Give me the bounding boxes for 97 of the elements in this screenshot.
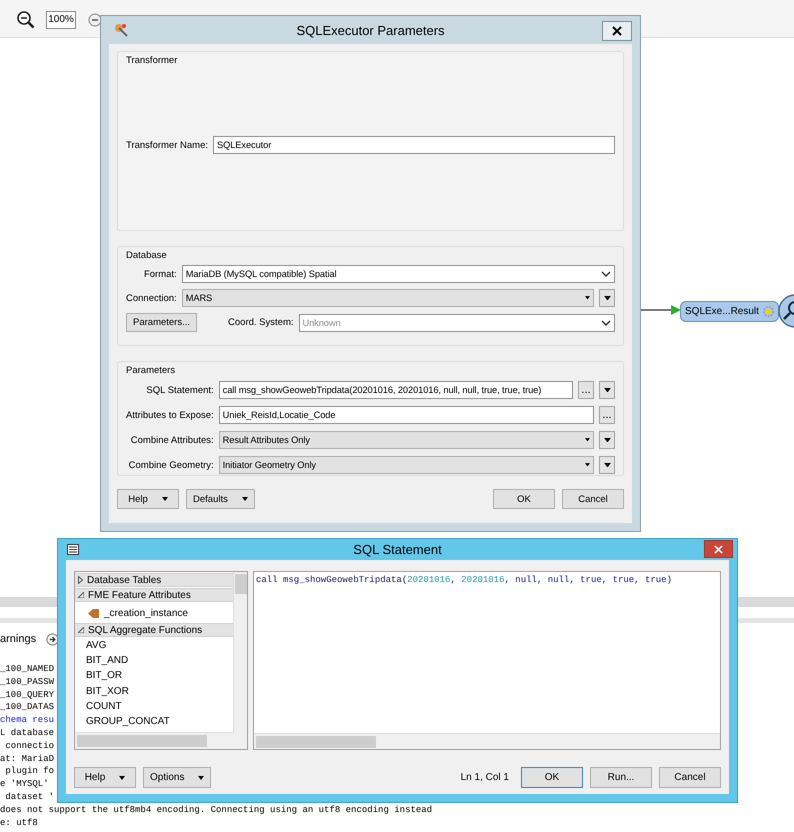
caret-icon xyxy=(604,438,610,442)
field-label: Attributes to Expose: xyxy=(126,410,214,420)
dialog-button[interactable]: Cancel xyxy=(562,489,624,509)
dropdown-field[interactable]: Initiator Geometry Only xyxy=(218,456,594,474)
log-line: connectio xyxy=(4,740,54,753)
log-line: at: MariaD xyxy=(0,752,54,766)
dialog-title: SQLExecutor Parameters xyxy=(296,22,445,38)
tree-item[interactable]: BIT_OR xyxy=(75,668,233,684)
tree-item[interactable]: GROUP_CONCAT xyxy=(75,714,233,730)
field-label: Combine Geometry: xyxy=(128,460,214,470)
browse-button[interactable]: ... xyxy=(599,406,615,424)
close-button[interactable] xyxy=(704,540,733,558)
tree-group-label: FME Feature Attributes xyxy=(88,590,191,600)
field-label: Combine Attributes: xyxy=(130,434,214,446)
tree-group[interactable]: Database Tables xyxy=(75,573,233,587)
group-title: Transformer xyxy=(126,55,178,66)
field-label: Connection: xyxy=(126,292,177,304)
group-title: Database xyxy=(126,250,167,261)
expanded-arrow-icon xyxy=(78,592,84,598)
field-label: Transformer Name: xyxy=(126,140,208,150)
tree-item[interactable]: BIT_AND xyxy=(75,653,233,668)
dialog-button[interactable]: Help xyxy=(117,489,179,509)
tree-group-label: SQL Aggregate Functions xyxy=(88,624,202,636)
group-title: Parameters xyxy=(126,365,176,376)
caret-icon xyxy=(242,497,248,501)
log-line: does not support the utf8mb4 encoding. Connecting using an utf8 encoding instead xyxy=(0,804,432,817)
tree-group-label: Database Tables xyxy=(87,574,162,586)
menu-button[interactable] xyxy=(599,289,615,307)
magnifier-icon[interactable] xyxy=(778,294,794,328)
log-line: chema resu xyxy=(0,714,54,727)
menu-button[interactable] xyxy=(599,431,615,449)
chevron-icon xyxy=(601,271,611,277)
log-line: e 'MYSQL' xyxy=(0,778,49,791)
log-line: e: utf8 xyxy=(0,816,38,830)
dialog-button[interactable]: OK xyxy=(493,489,555,509)
dialog-button[interactable]: Cancel xyxy=(659,767,721,788)
tree-item[interactable]: _creation_instance xyxy=(75,603,233,623)
caret-icon xyxy=(585,438,590,442)
log-line: dataset ' xyxy=(4,790,54,804)
dropdown-field[interactable]: MariaDB (MySQL compatible) Spatial xyxy=(182,265,615,283)
log-line: _100_QUERY xyxy=(0,688,54,702)
tree-group[interactable]: FME Feature Attributes xyxy=(75,588,233,602)
caret-icon xyxy=(604,462,610,468)
caret-icon xyxy=(604,388,610,392)
log-tab[interactable]: arnings xyxy=(0,633,36,645)
chevron-icon xyxy=(601,320,611,326)
connector-arrow xyxy=(640,304,682,316)
vertical-scrollbar[interactable] xyxy=(233,572,247,732)
close-button[interactable] xyxy=(602,21,632,41)
browse-button[interactable]: ... xyxy=(578,381,594,399)
zoom-field[interactable]: 100% xyxy=(46,10,76,28)
dialog-button[interactable]: OK xyxy=(521,767,583,788)
log-line: _100_NAMED xyxy=(0,663,54,676)
dialog-button[interactable]: Run... xyxy=(590,767,652,788)
code-editor[interactable]: call msg_showGeowebTripdata(20201016, 20201016, null, null, true, true, true) xyxy=(253,571,721,750)
tree-item[interactable]: AVG xyxy=(75,638,233,654)
menu-button[interactable] xyxy=(599,456,615,474)
log-line: L database xyxy=(0,726,54,740)
log-line: plugin fo xyxy=(4,765,54,778)
caret-icon xyxy=(585,296,590,300)
transformer-icon xyxy=(113,22,129,38)
horizontal-scrollbar[interactable] xyxy=(75,732,233,749)
menu-button[interactable] xyxy=(599,381,615,399)
caret-icon xyxy=(585,463,590,467)
close-icon xyxy=(714,544,723,554)
field-label: Coord. System: xyxy=(228,317,294,328)
tree-item[interactable]: COUNT xyxy=(75,698,233,714)
list-icon xyxy=(67,544,79,555)
caret-icon xyxy=(198,776,204,780)
zoom-out-icon[interactable] xyxy=(16,10,36,30)
tree-group[interactable]: SQL Aggregate Functions xyxy=(75,623,233,637)
text-field[interactable]: Uniek_ReisId,Locatie_Code xyxy=(218,406,594,424)
text-field[interactable]: call msg_showGeowebTripdata(20201016, 20201016, null, null, true, true, true) xyxy=(218,381,573,399)
dropdown-field[interactable]: Result Attributes Only xyxy=(218,431,594,449)
field-label: Format: xyxy=(142,268,177,280)
caret-icon xyxy=(119,776,126,780)
code-line: call msg_showGeowebTripdata(20201016, 20201016, null, null, true, true, true) xyxy=(255,574,673,587)
tree-item[interactable]: BIT_XOR xyxy=(75,684,233,699)
dialog-button[interactable]: Defaults xyxy=(186,489,255,509)
dialog-button[interactable]: Options xyxy=(143,767,212,788)
dropdown-field[interactable]: MARS xyxy=(182,289,594,307)
collapsed-arrow-icon xyxy=(78,576,83,584)
caret-icon xyxy=(604,296,610,300)
cursor-position: Ln 1, Col 1 xyxy=(460,772,509,783)
close-icon xyxy=(612,26,622,36)
dialog-title: SQL Statement xyxy=(353,542,442,557)
log-line: _100_PASSW xyxy=(0,676,54,689)
expanded-arrow-icon xyxy=(78,627,84,633)
field-label: SQL Statement: xyxy=(145,384,214,396)
horizontal-scrollbar[interactable] xyxy=(254,733,720,749)
caret-icon xyxy=(162,497,168,501)
parameters-button[interactable]: Parameters... xyxy=(126,313,198,332)
gear-icon xyxy=(762,305,775,318)
log-line: _100_DATAS xyxy=(0,701,54,714)
text-field[interactable]: SQLExecutor xyxy=(213,136,615,154)
minus-circle-icon[interactable] xyxy=(88,12,102,26)
dialog-button[interactable]: Help xyxy=(74,767,136,788)
